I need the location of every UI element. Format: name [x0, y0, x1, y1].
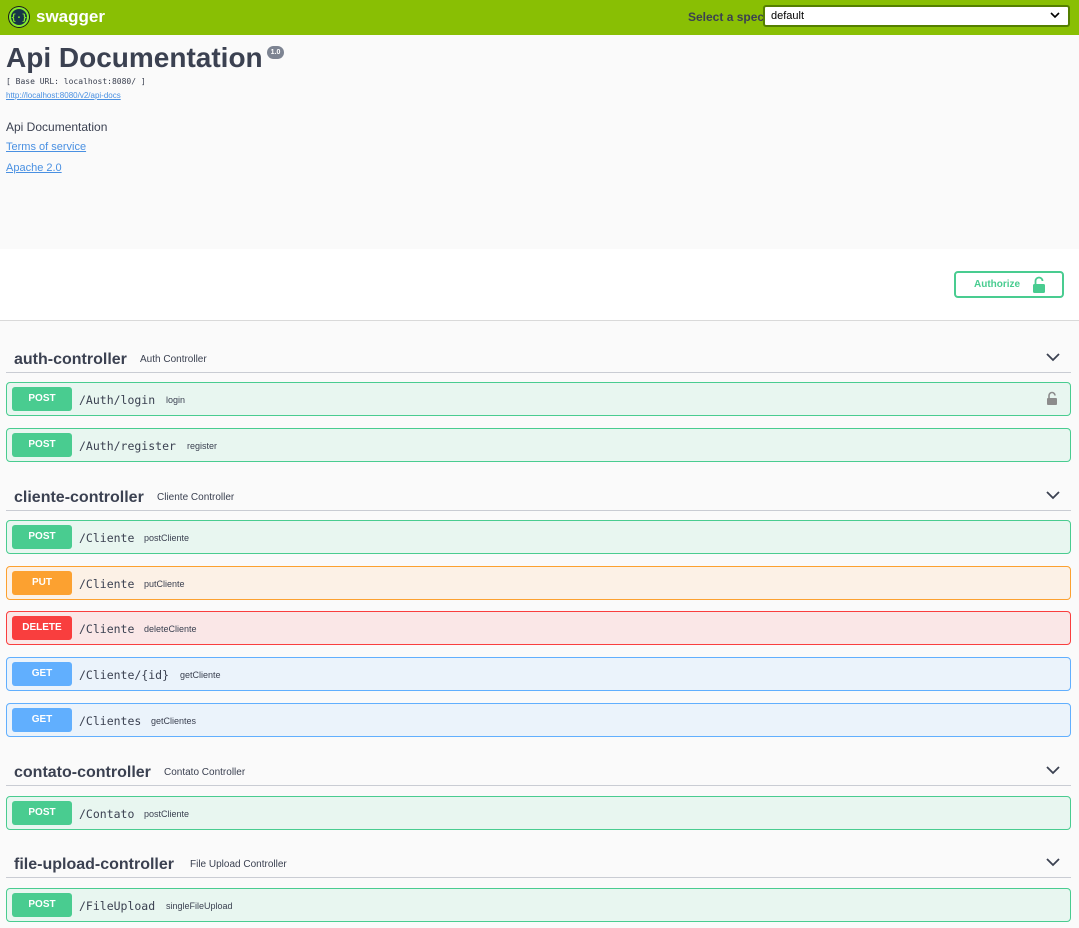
operation-path: /Contato — [79, 807, 135, 821]
svg-text:{·}: {·} — [11, 14, 27, 24]
unlock-icon — [1033, 276, 1045, 293]
operation-post-fileupload[interactable]: POST /FileUpload singleFileUpload — [6, 888, 1071, 922]
operation-put-cliente[interactable]: PUT /Cliente putCliente — [6, 566, 1071, 600]
operation-summary: postCliente — [144, 809, 190, 819]
method-badge: DELETE — [12, 616, 72, 640]
chevron-down-icon[interactable] — [1045, 351, 1061, 363]
operation-delete-cliente[interactable]: DELETE /Cliente deleteCliente — [6, 611, 1071, 645]
tag-description: Cliente Controller — [157, 492, 235, 503]
spec-label: Select a spec — [688, 10, 765, 24]
operation-summary: getClientes — [151, 716, 197, 726]
tag-contato-controller[interactable]: contato-controller Contato Controller — [6, 754, 1071, 786]
tag-name: auth-controller — [14, 351, 127, 368]
tag-file-upload-controller[interactable]: file-upload-controller File Upload Contr… — [6, 846, 1071, 878]
topbar: {·} swagger Select a spec default — [0, 0, 1079, 35]
operation-post-auth-login[interactable]: POST /Auth/login login — [6, 382, 1071, 416]
chevron-down-icon[interactable] — [1045, 856, 1061, 868]
operation-summary: login — [166, 395, 186, 405]
terms-of-service-link[interactable]: Terms of service — [6, 141, 86, 153]
operation-path: /Auth/register — [79, 439, 176, 453]
operation-get-cliente-id[interactable]: GET /Cliente/{id} getCliente — [6, 657, 1071, 691]
operation-path: /Cliente/{id} — [79, 668, 170, 682]
method-badge: POST — [12, 801, 72, 825]
unlock-icon[interactable] — [1046, 391, 1058, 406]
method-badge: PUT — [12, 571, 72, 595]
scheme-container: Authorize — [0, 249, 1079, 321]
operation-summary: singleFileUpload — [166, 901, 233, 911]
method-badge: GET — [12, 662, 72, 686]
operation-get-clientes[interactable]: GET /Clientes getClientes — [6, 703, 1071, 737]
chevron-down-icon[interactable] — [1045, 764, 1061, 776]
operation-summary: register — [187, 441, 218, 451]
method-badge: POST — [12, 525, 72, 549]
tag-description: Contato Controller — [164, 767, 246, 778]
chevron-down-icon[interactable] — [1045, 489, 1061, 501]
chevron-down-icon — [1050, 12, 1060, 19]
authorize-label: Authorize — [974, 279, 1021, 290]
api-description: Api Documentation — [6, 120, 108, 134]
operation-path: /Cliente — [79, 577, 135, 591]
brand-link[interactable]: {·} swagger — [8, 6, 105, 28]
tag-name: contato-controller — [14, 764, 151, 781]
operation-summary: putCliente — [144, 579, 185, 589]
operation-post-auth-register[interactable]: POST /Auth/register register — [6, 428, 1071, 462]
spec-select-value: default — [771, 10, 805, 22]
tag-name: file-upload-controller — [14, 856, 174, 873]
operation-summary: deleteCliente — [144, 624, 197, 634]
operation-path: /Auth/login — [79, 393, 156, 407]
method-badge: POST — [12, 893, 72, 917]
operation-post-cliente[interactable]: POST /Cliente postCliente — [6, 520, 1071, 554]
tag-description: Auth Controller — [140, 354, 207, 365]
brand-name: swagger — [36, 7, 105, 26]
operation-path: /FileUpload — [79, 899, 156, 913]
tag-description: File Upload Controller — [190, 859, 287, 870]
operation-summary: getCliente — [180, 670, 221, 680]
operation-summary: postCliente — [144, 533, 190, 543]
license-link[interactable]: Apache 2.0 — [6, 162, 62, 174]
version-badge: 1.0 — [266, 46, 285, 59]
tag-cliente-controller[interactable]: cliente-controller Cliente Controller — [6, 479, 1071, 511]
tag-name: cliente-controller — [14, 489, 144, 506]
operation-path: /Clientes — [79, 714, 142, 728]
method-badge: POST — [12, 387, 72, 411]
spec-select[interactable]: default — [763, 5, 1070, 27]
method-badge: GET — [12, 708, 72, 732]
api-docs-link[interactable]: http://localhost:8080/v2/api-docs — [6, 91, 121, 100]
operation-path: /Cliente — [79, 622, 135, 636]
tag-auth-controller[interactable]: auth-controller Auth Controller — [6, 341, 1071, 373]
authorize-button[interactable]: Authorize — [954, 271, 1064, 298]
base-url: [ Base URL: localhost:8080/ ] — [6, 77, 146, 86]
swagger-logo-icon: {·} — [8, 6, 30, 28]
title-row: Api Documentation 1.0 — [6, 42, 285, 73]
method-badge: POST — [12, 433, 72, 457]
operation-post-contato[interactable]: POST /Contato postCliente — [6, 796, 1071, 830]
operation-path: /Cliente — [79, 531, 135, 545]
page-title: Api Documentation — [6, 42, 263, 73]
